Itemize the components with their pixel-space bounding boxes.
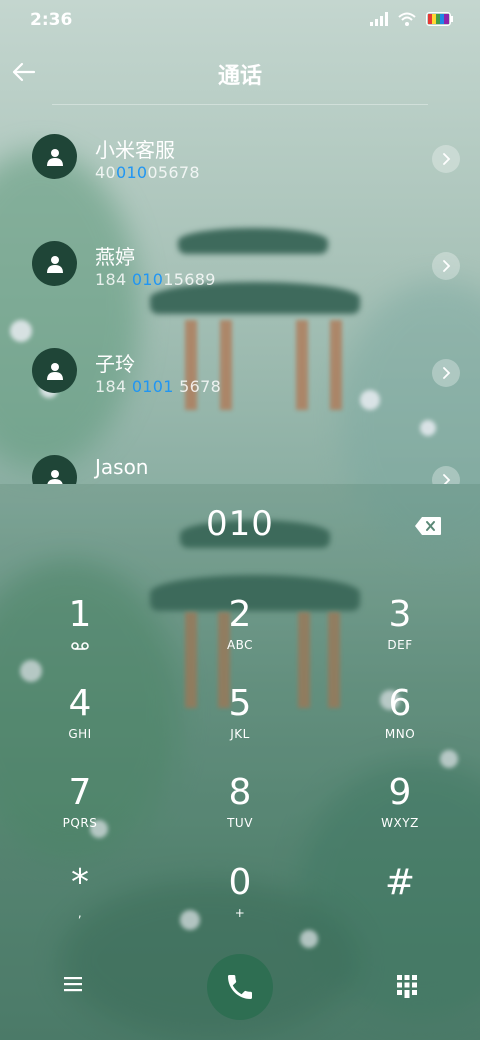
- contact-name: 小米客服: [95, 138, 175, 162]
- dial-key-star[interactable]: * ,: [20, 862, 140, 942]
- dial-key-0[interactable]: 0 +: [180, 862, 300, 942]
- dial-key-9[interactable]: 9 WXYZ: [340, 772, 460, 852]
- person-icon: [46, 148, 63, 166]
- dial-key-7[interactable]: 7 PQRS: [20, 772, 140, 852]
- dial-key-2[interactable]: 2 ABC: [180, 594, 300, 674]
- avatar: [32, 241, 77, 286]
- contact-name: 子玲: [95, 352, 135, 376]
- person-icon: [46, 255, 63, 273]
- call-button[interactable]: [207, 954, 273, 1020]
- backspace-icon[interactable]: [414, 516, 442, 536]
- avatar: [32, 455, 77, 484]
- dial-key-1[interactable]: 1: [20, 594, 140, 674]
- contact-number: 184 0101 5678: [95, 377, 222, 396]
- chevron-right-icon: [443, 260, 451, 272]
- contact-number: 184 01015689: [95, 270, 216, 289]
- match-highlight: 010: [131, 270, 164, 289]
- dial-key-6[interactable]: 6 MNO: [340, 683, 460, 763]
- phone-icon: [228, 975, 252, 999]
- contact-detail-button[interactable]: [432, 252, 460, 280]
- battery-icon: [426, 12, 453, 26]
- contact-results: 小米客服 4001005678 燕婷 184 01015689 子玲 184 0…: [0, 112, 480, 484]
- contact-item[interactable]: 燕婷 184 01015689: [0, 219, 480, 319]
- dial-key-8[interactable]: 8 TUV: [180, 772, 300, 852]
- contact-name: Jason: [95, 455, 149, 479]
- menu-icon[interactable]: [60, 972, 86, 996]
- contact-detail-button[interactable]: [432, 359, 460, 387]
- match-highlight: 0101: [131, 377, 174, 396]
- contact-detail-button[interactable]: [432, 466, 460, 484]
- keypad-icon[interactable]: [396, 974, 418, 998]
- dial-key-5[interactable]: 5 JKL: [180, 683, 300, 763]
- chevron-right-icon: [443, 367, 451, 379]
- contact-name: 燕婷: [95, 245, 135, 269]
- contact-detail-button[interactable]: [432, 145, 460, 173]
- contact-number: 4001005678: [95, 163, 200, 182]
- dial-key-hash[interactable]: #: [340, 862, 460, 942]
- wifi-icon: [398, 12, 416, 26]
- contact-item[interactable]: 子玲 184 0101 5678: [0, 326, 480, 426]
- match-highlight: 010: [115, 163, 148, 182]
- header-divider: [52, 104, 428, 105]
- page-title: 通话: [217, 64, 262, 89]
- dial-key-3[interactable]: 3 DEF: [340, 594, 460, 674]
- header: 通话: [0, 44, 480, 100]
- avatar: [32, 348, 77, 393]
- person-icon: [46, 362, 63, 380]
- status-icons: [370, 12, 454, 26]
- dialer-bottom-bar: [0, 952, 480, 1020]
- chevron-right-icon: [443, 474, 451, 484]
- dial-key-4[interactable]: 4 GHI: [20, 683, 140, 763]
- signal-icon: [370, 12, 388, 26]
- contact-item[interactable]: 小米客服 4001005678: [0, 112, 480, 212]
- status-time: 2:36: [30, 10, 73, 30]
- chevron-right-icon: [443, 153, 451, 165]
- status-bar: 2:36: [0, 0, 480, 42]
- dialed-number: 010: [206, 504, 274, 544]
- person-icon: [46, 469, 63, 484]
- avatar: [32, 134, 77, 179]
- contact-item[interactable]: Jason: [0, 433, 480, 484]
- voicemail-icon: [71, 642, 89, 650]
